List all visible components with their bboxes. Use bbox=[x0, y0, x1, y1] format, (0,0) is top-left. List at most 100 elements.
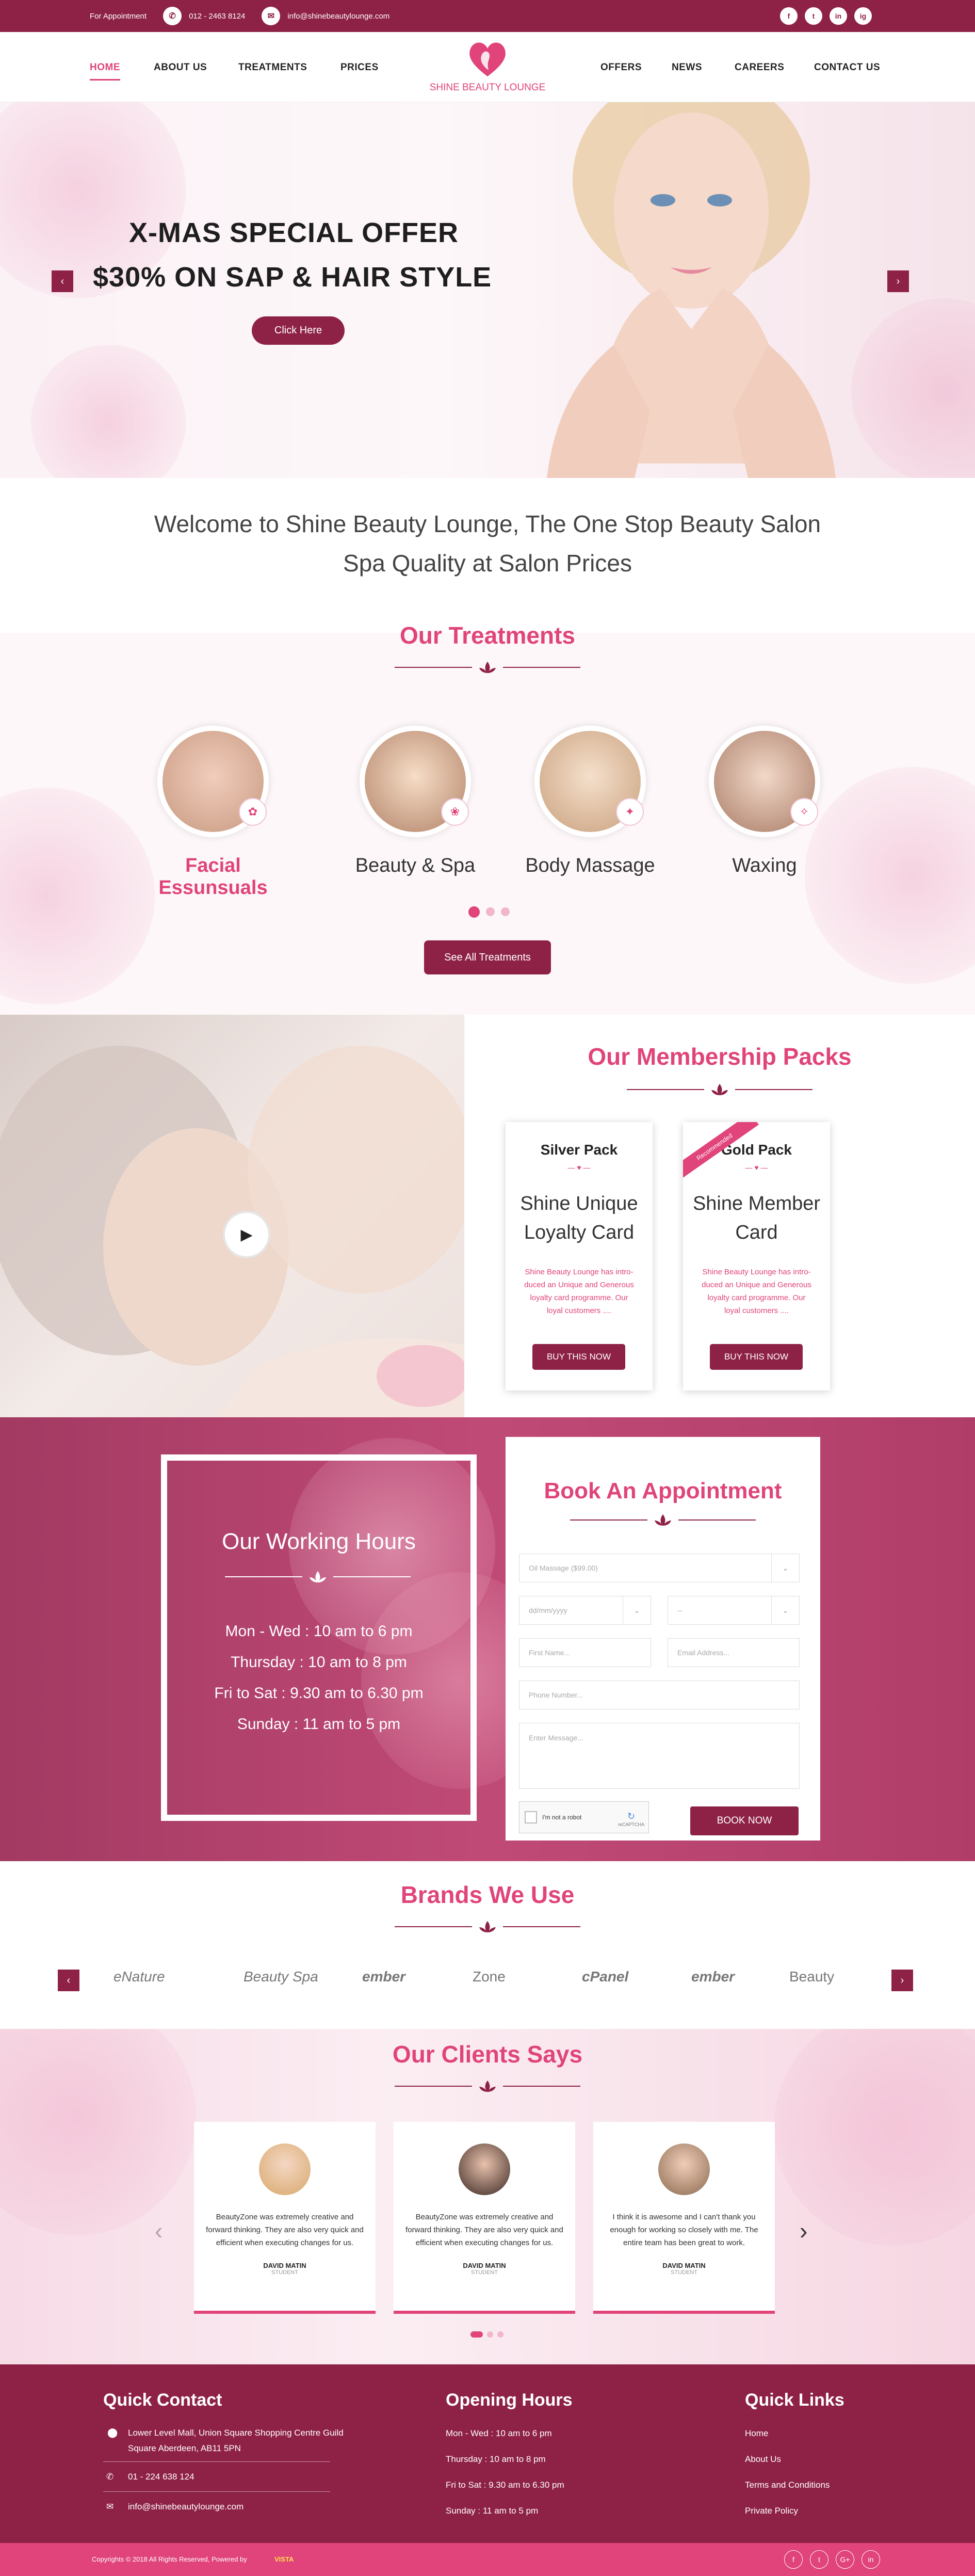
lotus-icon bbox=[711, 1084, 728, 1095]
twitter-icon[interactable]: t bbox=[805, 7, 822, 25]
chevron-down-icon: ⌄ bbox=[623, 1596, 651, 1624]
clients-next-arrow-icon[interactable]: › bbox=[800, 2217, 807, 2245]
captcha-widget[interactable]: I'm not a robot ↻ reCAPTCHA bbox=[519, 1801, 649, 1833]
brand-logo: Zone bbox=[473, 1969, 506, 1985]
treatments-title: Our Treatments bbox=[400, 622, 575, 649]
section-divider bbox=[225, 1569, 411, 1585]
testimonial-quote: I think it is awesome and I can't thank … bbox=[610, 2213, 758, 2247]
treatment-waxing[interactable]: ✧ Waxing bbox=[697, 726, 832, 877]
hero-click-here-button[interactable]: Click Here bbox=[252, 316, 345, 345]
hero-prev-arrow-icon[interactable]: ‹ bbox=[52, 270, 73, 292]
treatment-body-massage[interactable]: ✦ Body Massage bbox=[523, 726, 657, 877]
membership-title: Our Membership Packs bbox=[588, 1043, 852, 1070]
hero-title: X-MAS SPECIAL OFFER bbox=[129, 217, 459, 248]
footer: Quick Contact ⬤ Lower Level Mall, Union … bbox=[0, 2364, 975, 2543]
buy-silver-button[interactable]: BUY THIS NOW bbox=[532, 1344, 625, 1370]
waxing-badge-icon: ✧ bbox=[790, 798, 818, 826]
silver-pack-card: Silver Pack — ♥ — Shine Unique Loyalty C… bbox=[506, 1122, 653, 1390]
site-logo[interactable]: SHINE BEAUTY LOUNGE bbox=[428, 38, 547, 93]
pack-subtitle: Shine Member Card bbox=[692, 1193, 821, 1243]
footer-hours-row: Fri to Sat : 9.30 am to 6.30 pm bbox=[446, 2480, 564, 2490]
date-select[interactable]: dd/mm/yyyy ⌄ bbox=[519, 1596, 651, 1625]
treatments-pagination[interactable] bbox=[468, 906, 510, 918]
linkedin-icon[interactable]: in bbox=[862, 2550, 880, 2569]
section-divider bbox=[395, 1919, 580, 1934]
brand-logo: eNature bbox=[113, 1969, 165, 1985]
phone-field[interactable]: Phone Number... bbox=[519, 1681, 800, 1709]
mail-icon: ✉ bbox=[262, 7, 281, 25]
footer-link-privacy[interactable]: Private Policy bbox=[745, 2506, 798, 2516]
nav-prices[interactable]: PRICES bbox=[340, 62, 379, 73]
nav-about[interactable]: ABOUT US bbox=[154, 62, 207, 73]
recaptcha-logo: ↻ reCAPTCHA bbox=[618, 1811, 644, 1827]
treatment-label: Waxing bbox=[732, 855, 797, 876]
testimonial-role: STUDENT bbox=[271, 2269, 298, 2276]
service-select[interactable]: Oil Massage ($99.00) ⌄ bbox=[519, 1554, 800, 1582]
message-field[interactable]: Enter Message... bbox=[519, 1723, 800, 1789]
gold-pack-card: Recommended Gold Pack — ♥ — Shine Member… bbox=[683, 1122, 830, 1390]
play-icon[interactable]: ▶ bbox=[223, 1211, 270, 1258]
testimonial-name: DAVID MATIN bbox=[463, 2262, 506, 2269]
google-plus-icon[interactable]: G+ bbox=[836, 2550, 854, 2569]
testimonial-card: BeautyZone was extremely creative and fo… bbox=[394, 2122, 575, 2314]
welcome-section: Welcome to Shine Beauty Lounge, The One … bbox=[0, 478, 975, 633]
section-divider bbox=[627, 1082, 813, 1097]
quick-links-title: Quick Links bbox=[745, 2390, 844, 2410]
footer-link-terms[interactable]: Terms and Conditions bbox=[745, 2480, 830, 2490]
lotus-icon bbox=[479, 1921, 496, 1932]
nav-contact[interactable]: CONTACT US bbox=[814, 62, 880, 73]
powered-by-link[interactable]: VISTA bbox=[274, 2555, 294, 2563]
footer-address: Lower Level Mall, Union Square Shopping … bbox=[128, 2428, 344, 2453]
treatment-facial[interactable]: ✿ Facial Essunsuals bbox=[146, 726, 280, 899]
brand-logo: Beauty Spa bbox=[243, 1969, 318, 1985]
pack-description: Shine Beauty Lounge has intro-duced an U… bbox=[702, 1268, 811, 1315]
logo-text: SHINE BEAUTY LOUNGE bbox=[429, 82, 546, 93]
model-face-image bbox=[547, 102, 836, 478]
hero-next-arrow-icon[interactable]: › bbox=[887, 270, 909, 292]
clients-pagination[interactable] bbox=[470, 2331, 503, 2338]
treatment-label: Body Massage bbox=[525, 855, 655, 876]
massage-badge-icon: ✦ bbox=[616, 798, 644, 826]
quick-contact-title: Quick Contact bbox=[103, 2390, 222, 2410]
footer-email[interactable]: info@shinebeautylounge.com bbox=[128, 2502, 243, 2512]
section-divider bbox=[570, 1512, 756, 1528]
captcha-checkbox[interactable] bbox=[525, 1811, 537, 1823]
linkedin-icon[interactable]: in bbox=[830, 7, 847, 25]
nav-home[interactable]: HOME bbox=[90, 62, 120, 81]
twitter-icon[interactable]: t bbox=[810, 2550, 828, 2569]
footer-hours-row: Mon - Wed : 10 am to 6 pm bbox=[446, 2428, 552, 2438]
location-icon: ⬤ bbox=[107, 2427, 118, 2438]
topbar-phone[interactable]: 012 - 2463 8124 bbox=[189, 12, 245, 21]
email-field[interactable]: Email Address... bbox=[668, 1638, 800, 1667]
see-all-treatments-button[interactable]: See All Treatments bbox=[424, 940, 551, 974]
phone-icon: ✆ bbox=[163, 7, 182, 25]
testimonial-name: DAVID MATIN bbox=[662, 2262, 706, 2269]
first-name-field[interactable]: First Name... bbox=[519, 1638, 651, 1667]
facebook-icon[interactable]: f bbox=[780, 7, 798, 25]
nav-news[interactable]: NEWS bbox=[672, 62, 702, 73]
footer-phone[interactable]: 01 - 224 638 124 bbox=[128, 2472, 194, 2482]
service-value: Oil Massage ($99.00) bbox=[529, 1564, 598, 1572]
footer-link-about[interactable]: About Us bbox=[745, 2454, 781, 2465]
footer-link-home[interactable]: Home bbox=[745, 2428, 768, 2439]
lotus-icon bbox=[479, 662, 496, 673]
brands-next-arrow-icon[interactable]: › bbox=[891, 1970, 913, 1991]
treatment-beauty-spa[interactable]: ❀ Beauty & Spa bbox=[348, 726, 482, 877]
brand-logo: ember bbox=[691, 1969, 735, 1985]
nav-treatments[interactable]: TREATMENTS bbox=[238, 62, 307, 73]
brands-prev-arrow-icon[interactable]: ‹ bbox=[58, 1970, 79, 1991]
pack-name: Silver Pack bbox=[540, 1142, 618, 1158]
testimonial-card: I think it is awesome and I can't thank … bbox=[593, 2122, 775, 2314]
brands-title: Brands We Use bbox=[400, 1881, 575, 1908]
clients-prev-arrow-icon[interactable]: ‹ bbox=[155, 2217, 163, 2245]
nav-careers[interactable]: CAREERS bbox=[735, 62, 784, 73]
instagram-icon[interactable]: ig bbox=[854, 7, 872, 25]
nav-offers[interactable]: OFFERS bbox=[600, 62, 642, 73]
book-now-button[interactable]: BOOK NOW bbox=[690, 1806, 799, 1835]
time-select[interactable]: -- ⌄ bbox=[668, 1596, 800, 1625]
recaptcha-icon: ↻ bbox=[627, 1811, 636, 1821]
topbar-email[interactable]: info@shinebeautylounge.com bbox=[287, 12, 389, 21]
facebook-icon[interactable]: f bbox=[784, 2550, 803, 2569]
buy-gold-button[interactable]: BUY THIS NOW bbox=[710, 1344, 803, 1370]
opening-hours-title: Opening Hours bbox=[446, 2390, 573, 2410]
